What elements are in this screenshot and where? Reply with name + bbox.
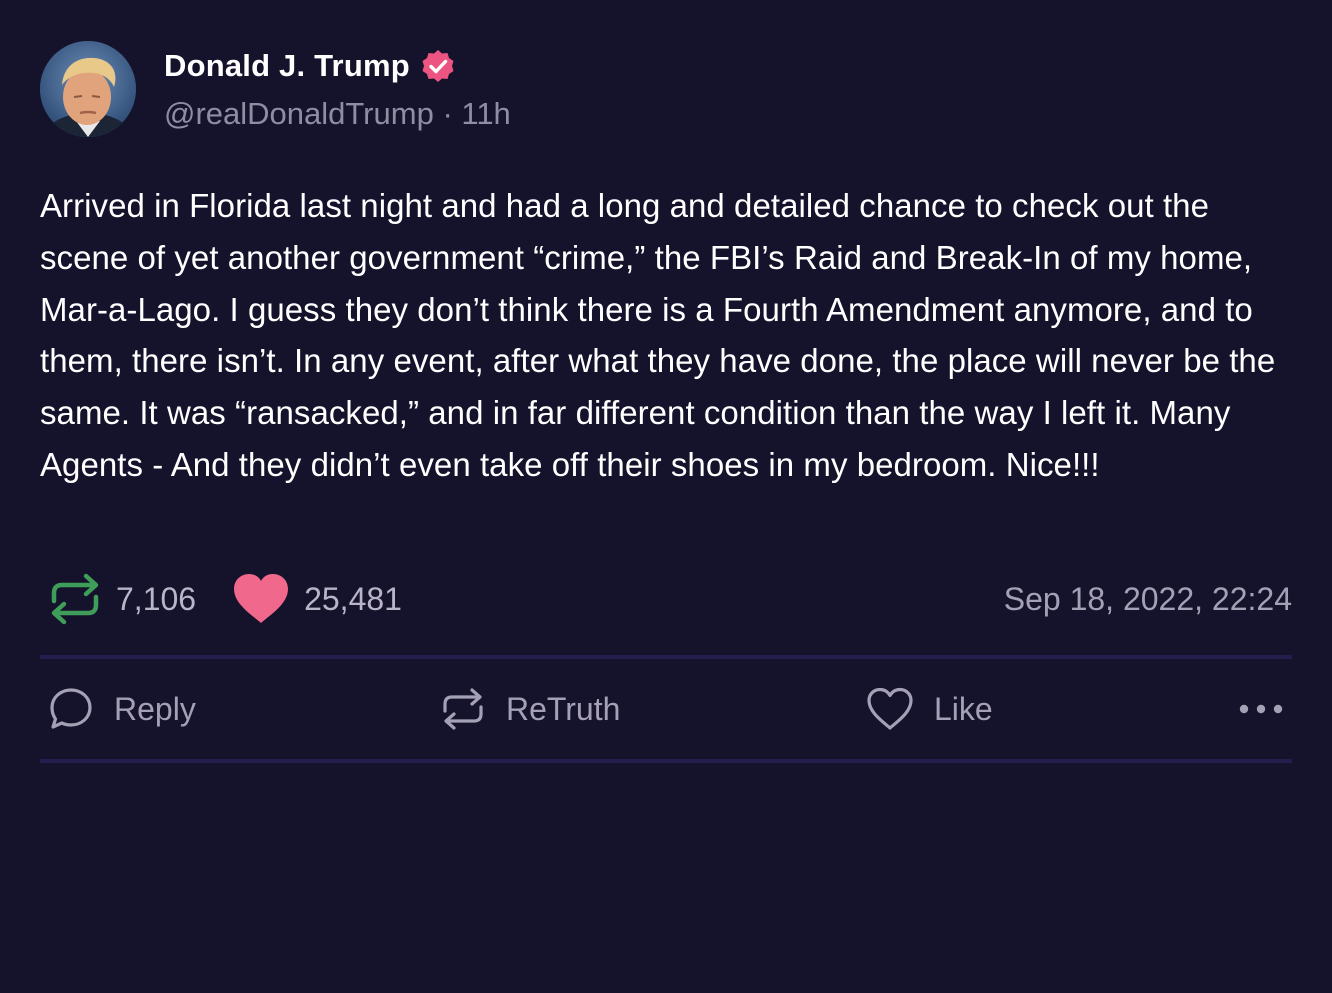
retruth-button[interactable]: ReTruth (440, 659, 620, 759)
post-timestamp[interactable]: Sep 18, 2022, 22:24 (1004, 581, 1292, 618)
post-actions: Reply ReTruth Like (40, 659, 1292, 759)
like-count-value: 25,481 (304, 580, 402, 617)
retruth-count[interactable]: 7,106 (48, 571, 196, 627)
more-options-button[interactable] (1238, 659, 1284, 759)
author-display-name[interactable]: Donald J. Trump (164, 48, 410, 84)
divider (40, 759, 1292, 763)
handle-separator: · (442, 96, 462, 131)
like-count[interactable]: 25,481 (232, 573, 402, 625)
retruth-count-value: 7,106 (116, 580, 197, 617)
retruth-icon (51, 573, 99, 625)
avatar[interactable] (40, 41, 136, 137)
reply-label: Reply (114, 690, 196, 727)
author-handle[interactable]: @realDonaldTrump (164, 96, 434, 131)
reply-icon (50, 688, 92, 729)
post-header: Donald J. Trump @realDonaldTrump · 11h (40, 40, 1292, 138)
like-button[interactable]: Like (866, 659, 993, 759)
handle-row: @realDonaldTrump · 11h (164, 94, 511, 134)
heart-filled-icon (234, 574, 289, 623)
retruth-icon (443, 688, 483, 730)
author-info: Donald J. Trump @realDonaldTrump · 11h (164, 41, 511, 137)
name-row: Donald J. Trump (164, 44, 511, 88)
like-label: Like (934, 690, 993, 727)
post-body: Arrived in Florida last night and had a … (40, 187, 1276, 483)
ellipsis-icon (1239, 704, 1283, 714)
avatar-image (40, 41, 136, 137)
retruth-label: ReTruth (506, 690, 621, 727)
reply-button[interactable]: Reply (48, 659, 196, 759)
post-stats: 7,106 25,481 Sep 18, 2022, 22:24 (40, 565, 1292, 633)
post-time-ago[interactable]: 11h (461, 96, 510, 131)
verified-badge-icon (422, 50, 454, 82)
post-card: Donald J. Trump @realDonaldTrump · 11h A… (40, 40, 1292, 763)
heart-outline-icon (867, 687, 913, 730)
